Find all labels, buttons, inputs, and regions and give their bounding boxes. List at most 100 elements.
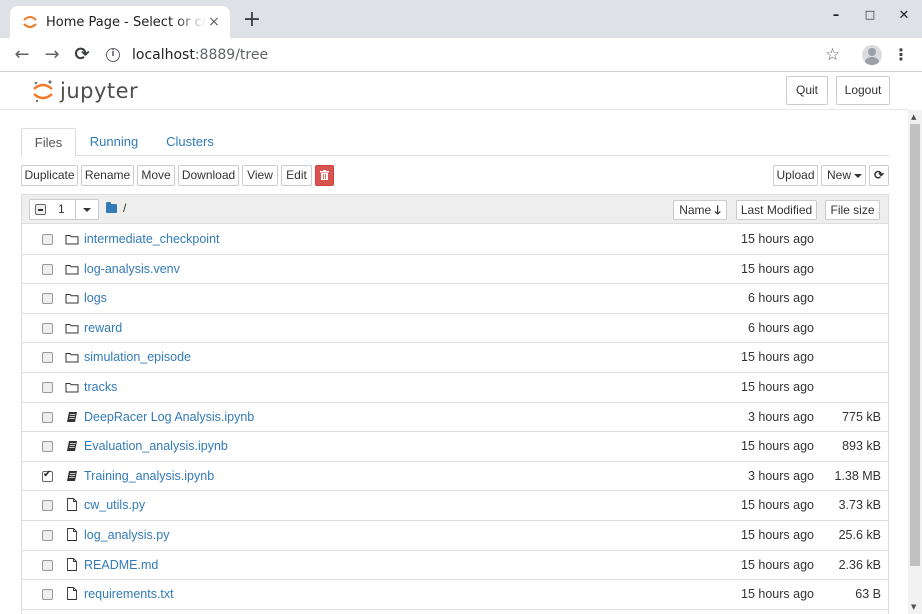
view-button[interactable]: View [242,165,278,186]
file-name-link[interactable]: Evaluation_analysis.ipynb [84,432,228,461]
file-name-link[interactable]: cw_utils.py [84,491,145,520]
row-checkbox[interactable] [42,441,53,453]
duplicate-button[interactable]: Duplicate [21,165,78,186]
file-name-link[interactable]: reward [84,314,122,343]
file-size: 2.36 kB [838,557,881,572]
refresh-button[interactable]: ⟳ [869,165,889,186]
quit-button[interactable]: Quit [786,76,828,105]
bookmark-star-icon[interactable]: ☆ [825,46,840,64]
row-checkbox[interactable] [42,469,53,482]
row-checkbox[interactable] [42,322,53,334]
info-icon[interactable]: i [106,48,120,62]
row-checkbox[interactable] [42,234,53,245]
close-window-button[interactable]: ✕ [892,8,916,28]
last-modified: 15 hours ago [741,380,814,394]
reload-button[interactable]: ⟳ [70,43,94,67]
file-name-link[interactable]: README.md [84,551,158,580]
new-dropdown-button[interactable]: New [821,165,866,186]
file-size: 1.38 MB [834,468,881,483]
file-name-link[interactable]: logs [84,284,107,313]
tab-close-icon[interactable]: × [206,14,222,30]
last-modified: 15 hours ago [741,557,814,572]
file-name-link[interactable]: requirements.txt [84,580,174,609]
sort-by-modified-button[interactable]: Last Modified [736,200,817,220]
new-tab-button[interactable]: + [240,9,264,33]
last-modified: 3 hours ago [747,409,814,424]
file-row[interactable]: README.md 15 hours ago 2.36 kB [22,550,888,581]
maximize-button[interactable]: □ [858,8,882,28]
file-row[interactable]: requirements.txt 15 hours ago 63 B [22,580,888,610]
file-name-link[interactable]: DeepRacer Log Analysis.ipynb [84,403,254,432]
last-modified: 6 hours ago [747,291,814,306]
tab-files[interactable]: Files [21,128,76,157]
sort-by-name-button[interactable]: Name 🡓 [673,200,727,220]
file-row[interactable]: log_analysis.py 15 hours ago 25.6 kB [22,521,888,551]
file-name-link[interactable]: log_analysis.py [84,521,169,550]
file-name-link[interactable]: tracks [84,373,117,402]
row-checkbox[interactable] [42,589,53,601]
file-row[interactable]: Evaluation_analysis.ipynb 15 hours ago 893… [22,432,888,462]
file-name-link[interactable]: simulation_episode [84,343,191,372]
selected-count: 1 [58,202,65,216]
browser-menu-icon[interactable]: ⋮ [893,45,909,65]
file-row[interactable]: DeepRacer Log Analysis.ipynb 3 hours ago 7… [22,402,888,433]
folder-icon [65,383,79,393]
delete-button[interactable] [315,165,334,186]
breadcrumb[interactable]: / [106,201,126,215]
name-column-label: Name [679,203,712,217]
file-row[interactable]: tracks 15 hours ago [22,373,888,403]
jupyter-logo[interactable]: jupyter [32,78,138,104]
scroll-down-icon[interactable]: ▼ [911,603,916,611]
file-row[interactable]: log-analysis.venv 15 hours ago [22,254,888,285]
row-checkbox[interactable] [42,500,53,512]
row-checkbox[interactable] [42,382,53,393]
back-button[interactable]: ← [10,43,34,67]
file-name-link[interactable]: Training_analysis.ipynb [84,462,214,491]
chevron-down-icon[interactable] [83,208,91,212]
sort-by-size-button[interactable]: File size [825,200,880,220]
browser-toolbar: ← → ⟳ i localhost:8889/tree ☆ ⋮ [0,38,922,72]
file-icon [67,587,77,601]
row-checkbox[interactable] [42,530,53,541]
url-text: localhost:8889/tree [132,47,268,63]
scroll-up-icon[interactable]: ▲ [911,113,916,121]
file-row[interactable]: cw_utils.py 15 hours ago 3.73 kB [22,491,888,521]
edit-button[interactable]: Edit [281,165,312,186]
move-button[interactable]: Move [137,165,175,186]
page-scrollbar[interactable]: ▲ ▼ [908,110,922,614]
file-list-header: 1 / Name 🡓 Last Modified File size [22,195,888,224]
logout-button[interactable]: Logout [836,76,890,105]
file-row[interactable]: intermediate_checkpoint 15 hours ago [22,225,888,255]
row-checkbox[interactable] [42,411,53,423]
forward-button[interactable]: → [40,43,64,67]
file-row[interactable]: Training_analysis.ipynb 3 hours ago 1.38 M… [22,461,888,492]
tab-bar: Files Running Clusters [21,128,889,157]
file-name-link[interactable]: intermediate_checkpoint [84,225,220,254]
browser-tab[interactable]: Home Page - Select or create a notebook … [10,6,230,38]
url-host: localhost [132,47,195,63]
file-name-link[interactable]: log-analysis.venv [84,255,180,284]
last-modified: 15 hours ago [741,350,814,365]
row-checkbox[interactable] [42,293,53,305]
scrollbar-thumb[interactable] [910,124,920,566]
rename-button[interactable]: Rename [81,165,134,186]
tab-clusters[interactable]: Clusters [161,128,219,156]
file-size: 25.6 kB [838,528,881,542]
row-checkbox[interactable] [42,559,53,571]
file-row[interactable]: simulation_episode 15 hours ago [22,343,888,373]
minimize-button[interactable]: – [824,8,848,28]
address-bar[interactable]: i localhost:8889/tree [106,44,806,66]
select-all-dropdown[interactable]: 1 [29,199,99,220]
profile-avatar-icon[interactable] [862,45,882,65]
file-row[interactable]: reward 6 hours ago [22,313,888,344]
last-modified: 15 hours ago [741,528,814,542]
download-button[interactable]: Download [178,165,239,186]
file-row[interactable]: logs 6 hours ago [22,284,888,314]
select-all-checkbox[interactable] [35,204,46,215]
upload-button[interactable]: Upload [773,165,818,186]
tab-running[interactable]: Running [83,128,145,156]
row-checkbox[interactable] [42,352,53,364]
jupyter-favicon-icon [23,16,37,28]
breadcrumb-root[interactable]: / [123,201,126,215]
row-checkbox[interactable] [42,263,53,275]
